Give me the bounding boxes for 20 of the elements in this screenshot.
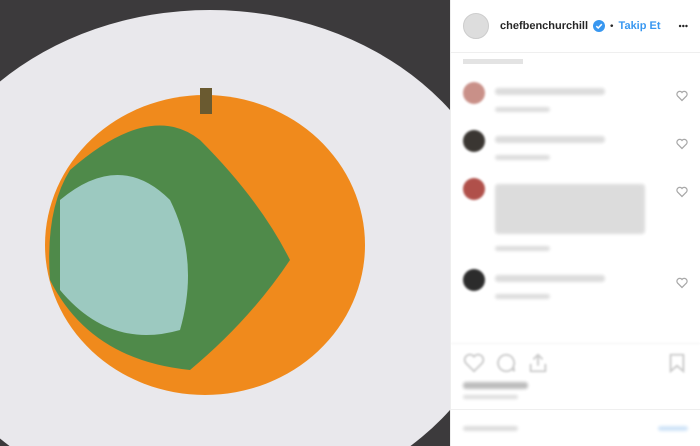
username[interactable]: chefbenchurchill: [500, 20, 588, 32]
blurred-text: [463, 426, 518, 430]
avatar[interactable]: [463, 130, 485, 152]
avatar[interactable]: [463, 269, 485, 291]
heart-icon[interactable]: [676, 138, 688, 150]
blurred-text: [495, 294, 550, 299]
blurred-text: [495, 246, 550, 251]
heart-icon[interactable]: [676, 277, 688, 289]
blurred-text: [463, 59, 523, 64]
heart-icon[interactable]: [463, 352, 485, 374]
more-options-button[interactable]: •••: [678, 21, 688, 31]
blurred-text: [495, 155, 550, 160]
comment-icon[interactable]: [495, 352, 517, 374]
blurred-text: [658, 426, 688, 430]
share-icon[interactable]: [527, 352, 549, 374]
heart-icon[interactable]: [676, 90, 688, 102]
blurred-text: [495, 107, 550, 112]
separator: •: [610, 20, 614, 32]
heart-icon[interactable]: [676, 186, 688, 198]
blurred-text: [463, 382, 528, 389]
